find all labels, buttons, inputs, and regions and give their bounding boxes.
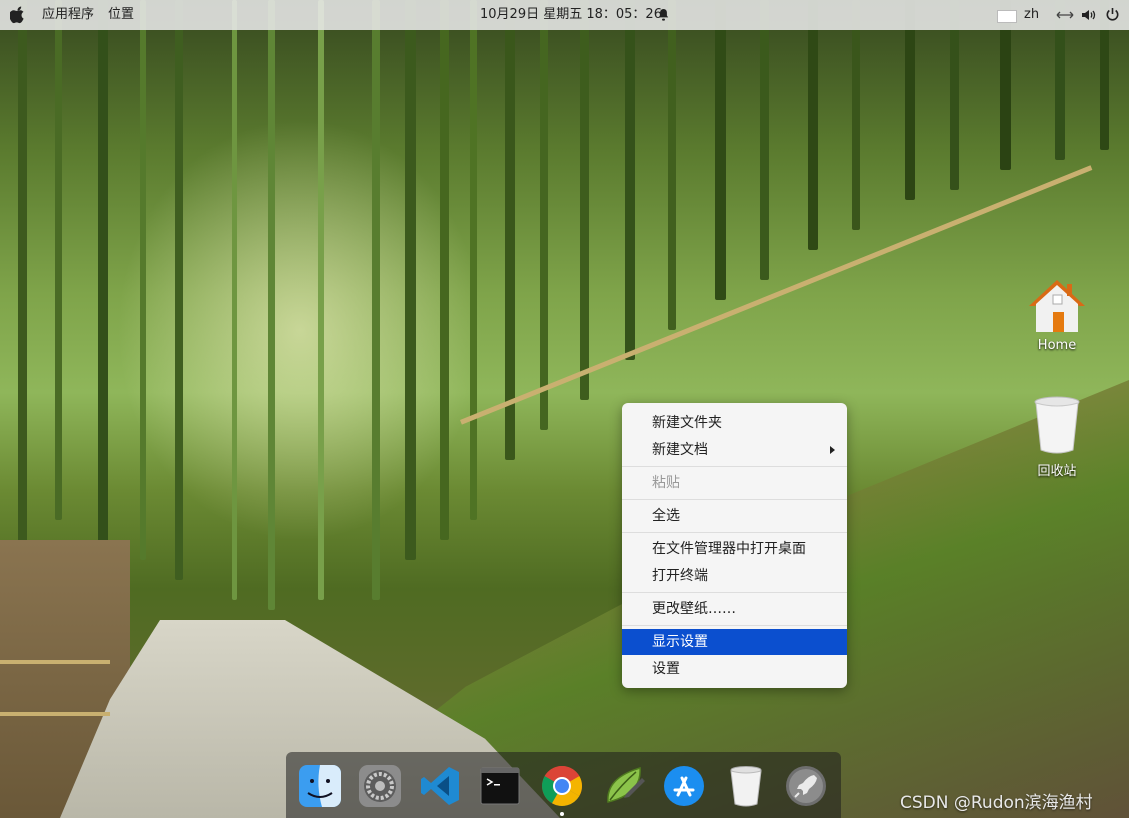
menu-item-new-document[interactable]: 新建文档 — [622, 437, 847, 463]
home-folder-icon[interactable]: Home — [1017, 276, 1097, 353]
vscode-icon[interactable] — [418, 764, 462, 808]
menu-item-open-terminal[interactable]: 打开终端 — [622, 563, 847, 589]
finder-icon[interactable] — [298, 764, 342, 808]
menu-item-select-all[interactable]: 全选 — [622, 503, 847, 529]
menu-item-display-settings[interactable]: 显示设置 — [622, 629, 847, 655]
trash-icon[interactable] — [724, 764, 768, 808]
applications-menu[interactable]: 应用程序 — [42, 0, 94, 30]
menu-separator — [622, 532, 847, 533]
network-icon[interactable] — [1056, 9, 1074, 21]
submenu-arrow-icon — [830, 446, 835, 454]
menu-item-change-wallpaper[interactable]: 更改壁纸…… — [622, 596, 847, 622]
system-preferences-icon[interactable] — [358, 764, 402, 808]
volume-icon[interactable] — [1081, 8, 1096, 22]
menu-separator — [622, 625, 847, 626]
house-icon — [1029, 280, 1085, 332]
trash-desktop-icon[interactable]: 回收站 — [1017, 396, 1097, 479]
menu-item-open-desktop-in-file-manager[interactable]: 在文件管理器中打开桌面 — [622, 536, 847, 562]
menu-separator — [622, 466, 847, 467]
trash-can-icon — [1034, 396, 1080, 454]
desktop-context-menu: 新建文件夹 新建文档 粘贴 全选 在文件管理器中打开桌面 打开终端 更改壁纸……… — [622, 403, 847, 688]
chrome-icon[interactable] — [540, 764, 584, 808]
menu-separator — [622, 592, 847, 593]
terminal-icon[interactable] — [478, 764, 522, 808]
app-store-icon[interactable] — [662, 764, 706, 808]
launchpad-icon[interactable] — [784, 764, 828, 808]
home-label: Home — [1037, 338, 1077, 353]
menu-item-settings[interactable]: 设置 — [622, 656, 847, 682]
top-panel: 应用程序 位置 10月29日 星期五 18：05：26 zh — [0, 0, 1129, 30]
power-icon[interactable] — [1105, 7, 1120, 22]
bell-icon[interactable] — [658, 8, 669, 21]
running-indicator — [560, 812, 564, 816]
watermark: CSDN @Rudon滨海渔村 — [900, 793, 1093, 813]
apple-logo-icon[interactable] — [10, 6, 26, 24]
menu-separator — [622, 499, 847, 500]
input-method-indicator[interactable]: zh — [1024, 0, 1039, 30]
menu-item-new-folder[interactable]: 新建文件夹 — [622, 410, 847, 436]
desktop-wallpaper[interactable] — [0, 0, 1129, 818]
dock — [286, 752, 841, 818]
keyboard-icon[interactable] — [997, 10, 1017, 23]
menu-item-paste: 粘贴 — [652, 475, 680, 491]
trash-label: 回收站 — [1037, 464, 1077, 479]
clock[interactable]: 10月29日 星期五 18：05：26 — [480, 0, 662, 30]
places-menu[interactable]: 位置 — [108, 0, 134, 30]
text-editor-icon[interactable] — [602, 764, 646, 808]
